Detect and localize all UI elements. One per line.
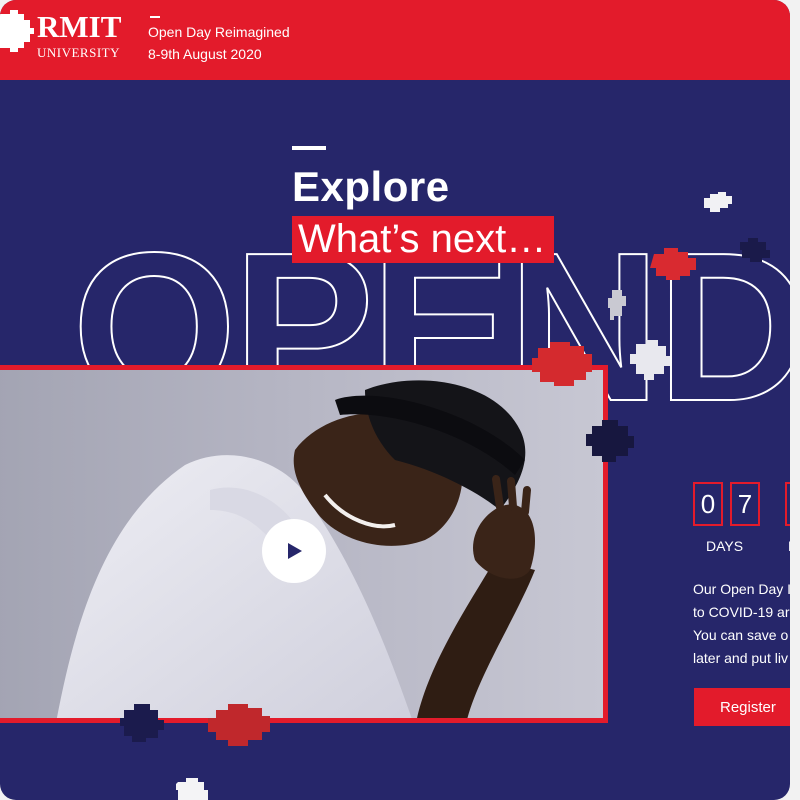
decorative-pixel-blob-navy [740, 238, 770, 262]
decorative-pixel-blob-navy-2 [586, 420, 634, 462]
countdown-hours-digit-1: 1 [785, 482, 790, 526]
decorative-pixel-blob-red-2 [208, 704, 270, 746]
decorative-pixel-blob-red-large [532, 342, 592, 386]
play-button[interactable] [262, 519, 326, 583]
notice-line: You can save o [693, 627, 789, 643]
notice-line: Our Open Day I [693, 581, 790, 597]
hero-dash-divider [292, 146, 326, 150]
header-dash-divider [150, 16, 160, 18]
site-header: RMIT UNIVERSITY Open Day Reimagined 8-9t… [0, 0, 790, 80]
play-icon [288, 543, 302, 559]
hero-highlight-title: What’s next… [292, 216, 555, 263]
countdown-days-label: DAYS [706, 538, 744, 554]
register-button[interactable]: Register [694, 688, 790, 726]
countdown-days-digit-2: 7 [730, 482, 760, 526]
countdown-days-digit-1: 0 [693, 482, 723, 526]
decorative-pixel-blob-navy-3 [120, 704, 164, 742]
logo-pixel-mark-icon [0, 10, 34, 52]
event-dates: 8-9th August 2020 [148, 46, 262, 62]
page-frame: RMIT UNIVERSITY Open Day Reimagined 8-9t… [0, 0, 790, 800]
decorative-pixel-blob-red [650, 248, 696, 280]
covid-notice-text: Our Open Day I to COVID-19 ar You can sa… [693, 578, 790, 670]
logo-subtitle: UNIVERSITY [37, 45, 120, 60]
notice-line: later and put liv [693, 650, 788, 666]
decorative-pixel-blob-white-2 [630, 340, 670, 380]
event-name: Open Day Reimagined [148, 24, 290, 40]
notice-line: to COVID-19 ar [693, 604, 790, 620]
decorative-pixel-blob-white [704, 192, 732, 212]
decorative-pixel-blob-white-3 [176, 778, 208, 800]
countdown-hours-label: H [788, 538, 790, 554]
logo-wordmark: RMIT [37, 9, 122, 44]
decorative-pixel-blob-grey [608, 290, 626, 320]
hero-title: Explore [292, 163, 450, 210]
